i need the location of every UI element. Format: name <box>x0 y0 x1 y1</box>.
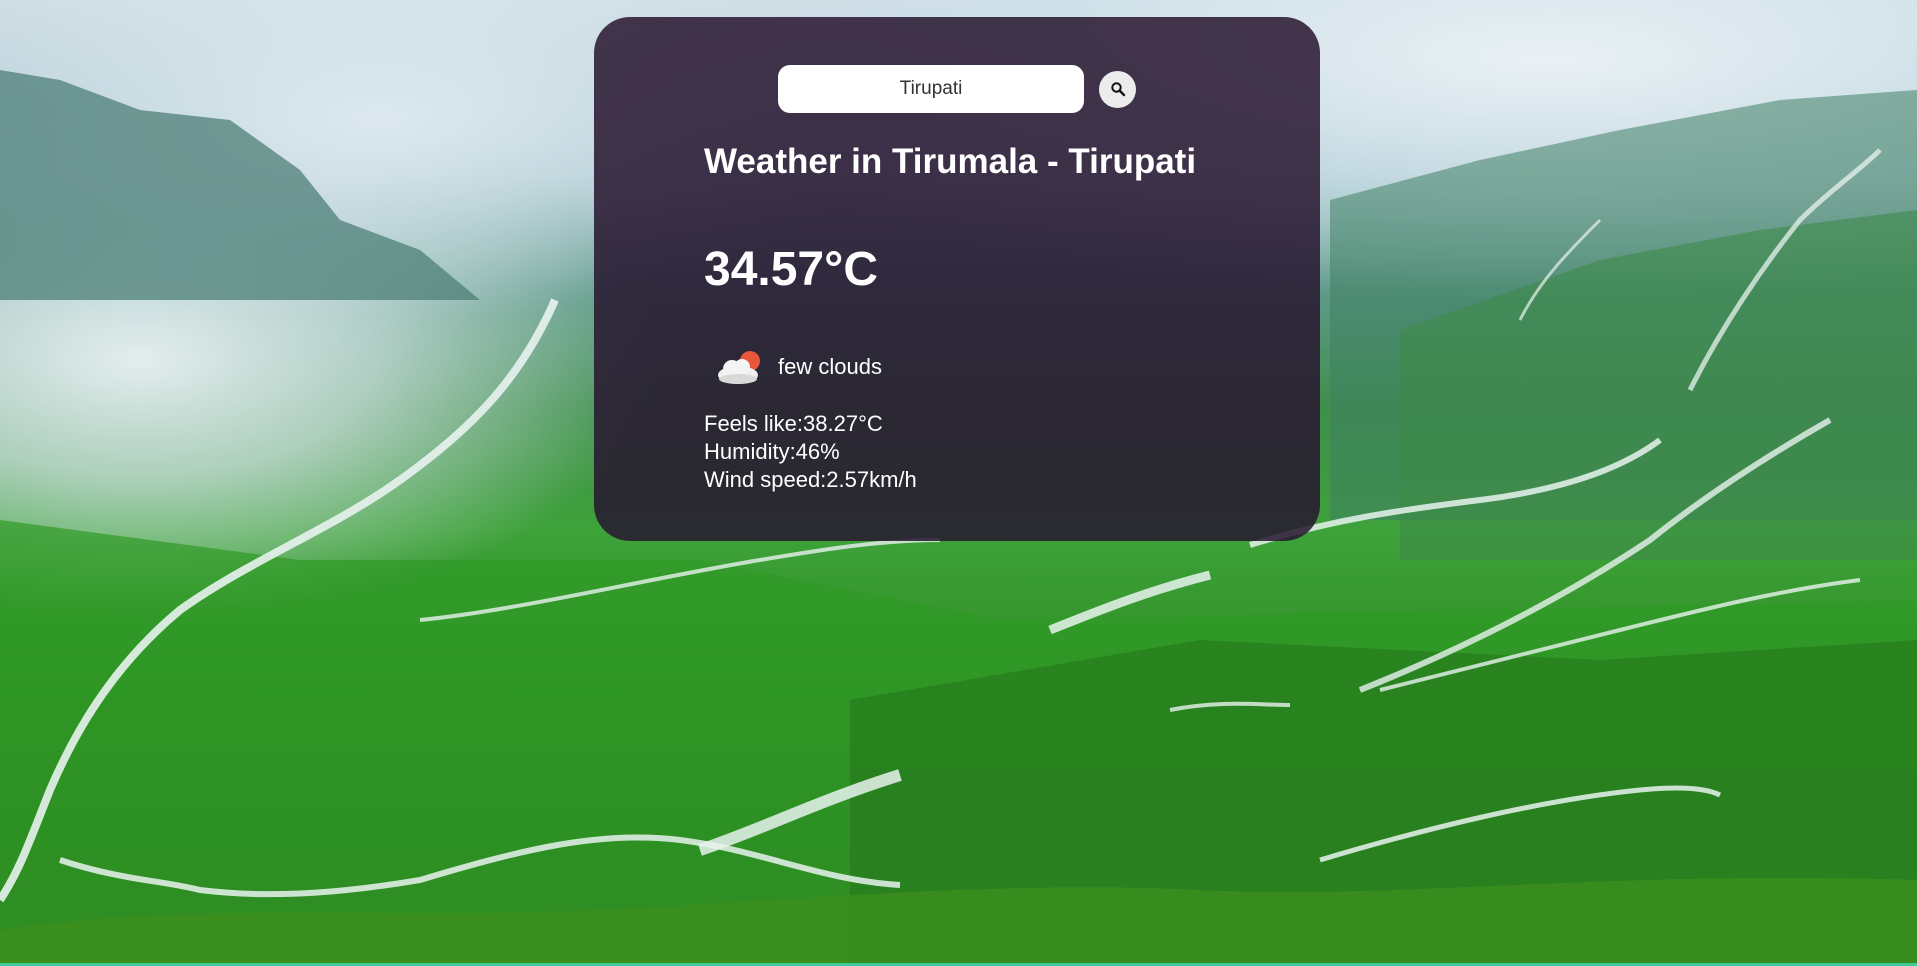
temperature-value: 34.57°C <box>704 243 878 296</box>
weather-details: Feels like:38.27°C Humidity:46% Wind spe… <box>704 410 917 494</box>
wind-speed-text: Wind speed:2.57km/h <box>704 467 917 492</box>
search-bar <box>778 65 1136 113</box>
few-clouds-icon <box>718 351 760 384</box>
search-input[interactable] <box>778 65 1084 113</box>
humidity-text: Humidity:46% <box>704 439 840 464</box>
feels-like-text: Feels like:38.27°C <box>704 411 883 436</box>
weather-location-title: Weather in Tirumala - Tirupati <box>704 142 1197 181</box>
weather-card: Weather in Tirumala - Tirupati 34.57°C f… <box>594 17 1320 541</box>
search-button[interactable] <box>1099 70 1136 108</box>
weather-condition: few clouds <box>714 347 882 387</box>
search-icon <box>1110 82 1125 97</box>
condition-description: few clouds <box>778 354 882 379</box>
